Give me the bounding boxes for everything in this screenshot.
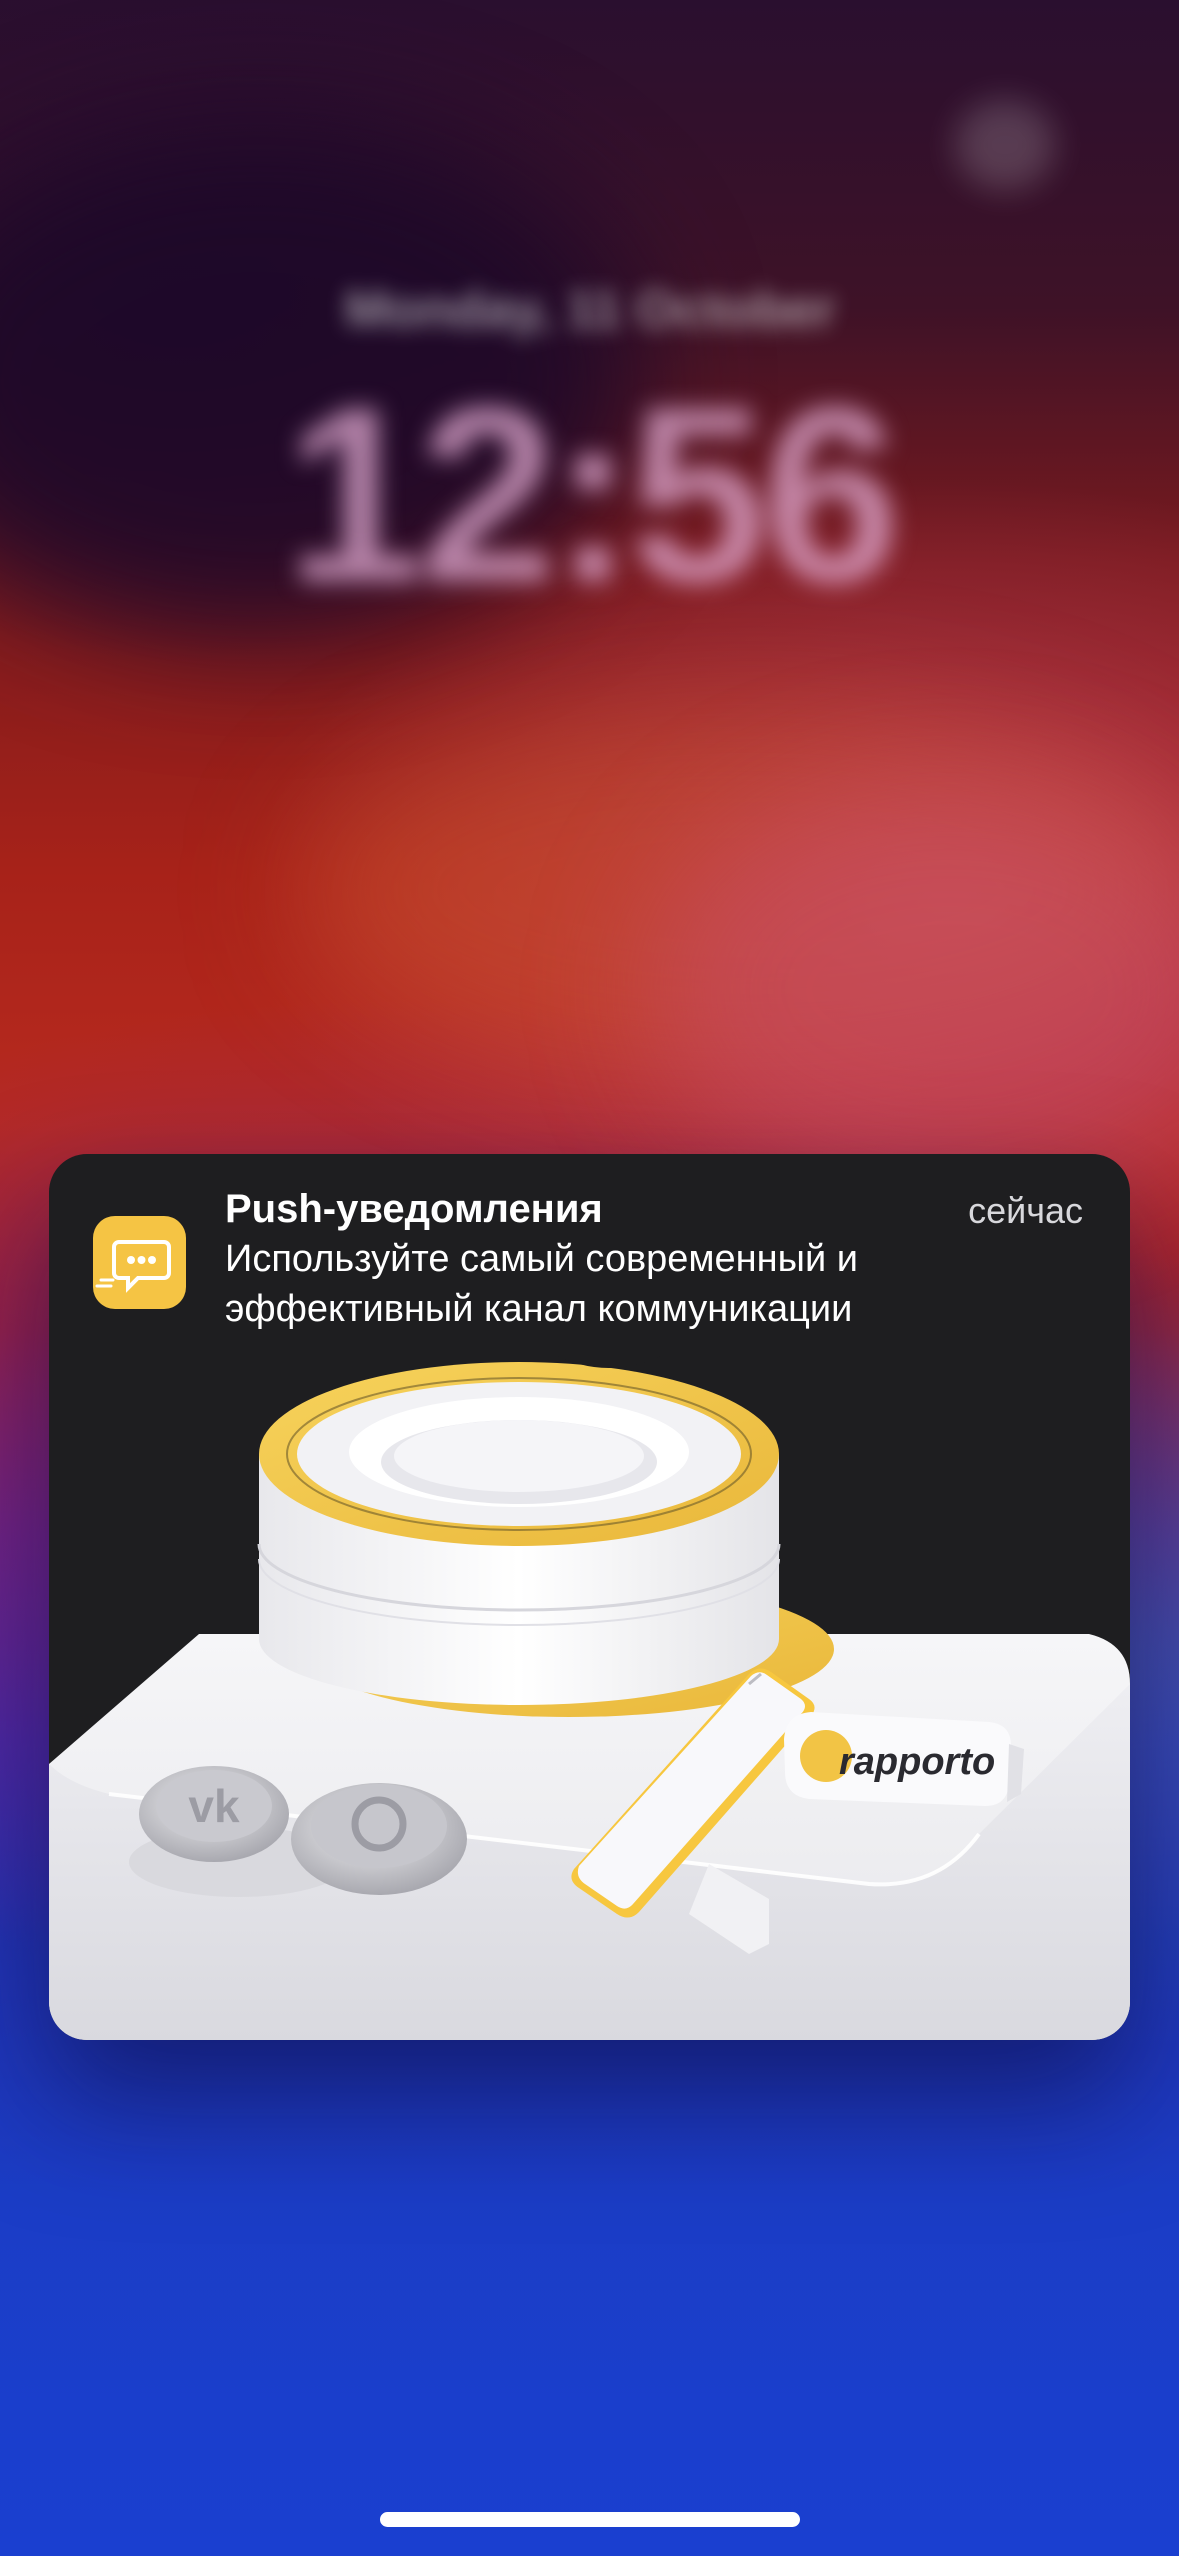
push-notification[interactable]: Push-уведомления сейчас Используйте самы… — [49, 1154, 1130, 2040]
whatsapp-coin-icon — [291, 1783, 467, 1895]
notification-timestamp: сейчас — [968, 1190, 1083, 1231]
brand-text: rapporto — [839, 1741, 995, 1783]
rapporto-logo: rapporto — [784, 1712, 1024, 1806]
home-indicator[interactable] — [380, 2512, 800, 2527]
lock-date: Monday, 11 October — [344, 281, 836, 339]
notification-title: Push-уведомления — [225, 1187, 603, 1231]
lock-clock: 12:56 — [285, 355, 900, 634]
svg-text:vk: vk — [188, 1780, 240, 1832]
notification-body-line: эффективный канал коммуникации — [225, 1288, 853, 1330]
chat-bubble-icon — [93, 1216, 186, 1309]
notification-image[interactable]: vk rapporto — [49, 1344, 1130, 2040]
status-widget-blurred — [955, 100, 1055, 190]
notification-body-line: Используйте самый современный и — [225, 1238, 858, 1280]
notification-body: Используйте самый современный и эффектив… — [225, 1234, 1045, 1334]
